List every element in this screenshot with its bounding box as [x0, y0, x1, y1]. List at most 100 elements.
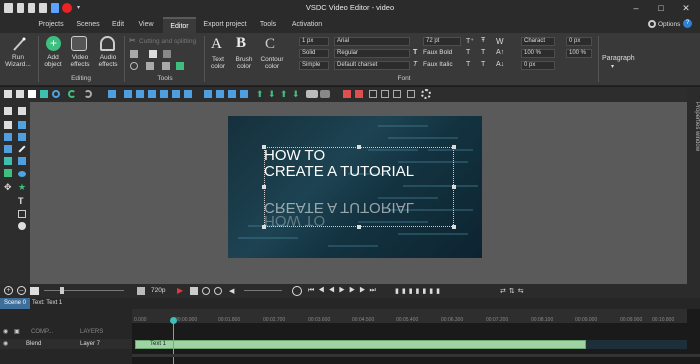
- italic-icon[interactable]: T: [413, 61, 417, 68]
- tool-icon[interactable]: [190, 287, 198, 295]
- line-width-select[interactable]: 1 px: [299, 37, 329, 46]
- text-case-icon[interactable]: T: [466, 61, 470, 68]
- arrow-down-icon[interactable]: ⬇: [292, 89, 300, 100]
- resize-handle[interactable]: [357, 145, 361, 149]
- maximize-button[interactable]: □: [650, 1, 672, 16]
- cursor-icon[interactable]: [18, 107, 26, 115]
- snap-icon[interactable]: [343, 90, 351, 98]
- align-left-icon[interactable]: [124, 90, 132, 98]
- bold-icon[interactable]: T: [413, 49, 417, 56]
- text-align-icon[interactable]: T: [466, 49, 470, 56]
- chart-tool-icon[interactable]: [4, 157, 12, 165]
- text-format-icon[interactable]: T⁺: [466, 37, 474, 45]
- copy-icon[interactable]: [16, 90, 24, 98]
- zoom-slider-thumb[interactable]: [60, 287, 64, 294]
- fit-icon[interactable]: [30, 287, 39, 295]
- blend-mode-select[interactable]: Blend: [26, 341, 41, 347]
- video-preview[interactable]: HOW TO CREATE A TUTORIAL CREATE A TUTORI…: [228, 116, 482, 258]
- subtitle-tool-icon[interactable]: [18, 210, 26, 218]
- resize-handle[interactable]: [262, 225, 266, 229]
- minimize-button[interactable]: –: [625, 1, 647, 16]
- distribute-icon[interactable]: [228, 90, 236, 98]
- align-icon[interactable]: [108, 90, 116, 98]
- strikethrough-icon[interactable]: Ŧ: [481, 37, 485, 44]
- properties-window-tab[interactable]: Properties window: [687, 97, 700, 157]
- grid-icon[interactable]: [407, 90, 415, 98]
- char-spacing-input[interactable]: 0 px: [566, 37, 592, 46]
- resize-handle[interactable]: [262, 185, 266, 189]
- video-tool-icon[interactable]: [18, 133, 26, 141]
- visibility-icon[interactable]: ◉: [3, 328, 8, 335]
- resize-handle[interactable]: [452, 145, 456, 149]
- properties-sidebar[interactable]: Properties window: [687, 87, 700, 284]
- redo-icon[interactable]: [84, 90, 92, 98]
- tool-icon[interactable]: [146, 62, 154, 70]
- tab-scene[interactable]: Scene 0: [0, 298, 30, 309]
- text-size-down-icon[interactable]: A↓: [496, 61, 504, 68]
- volume-icon[interactable]: ◀: [229, 287, 234, 295]
- ellipse-tool-icon[interactable]: [18, 171, 26, 177]
- font-name-select[interactable]: Arial: [334, 37, 410, 46]
- move-tool-icon[interactable]: ✥: [4, 182, 12, 193]
- zoom-out-icon[interactable]: –: [17, 286, 26, 295]
- menu-projects[interactable]: Projects: [32, 17, 70, 33]
- lock-icon[interactable]: ▣: [14, 328, 20, 335]
- resolution-select[interactable]: 720p: [151, 287, 165, 294]
- select-icon[interactable]: [40, 90, 48, 98]
- text-color-button[interactable]: Text color: [205, 56, 231, 70]
- horizontal-scale-input[interactable]: 100 %: [566, 49, 592, 58]
- timeline[interactable]: ◉ ▣ COMP... LAYERS ◉ Blend Layer 7 0.000…: [0, 309, 700, 364]
- refresh-icon[interactable]: [214, 287, 222, 295]
- image-tool-icon[interactable]: [4, 133, 12, 141]
- paragraph-button[interactable]: Paragraph: [602, 55, 635, 62]
- visibility-icon[interactable]: ◉: [3, 340, 8, 347]
- align-bottom-icon[interactable]: [184, 90, 192, 98]
- text-size-up-icon[interactable]: A↑: [496, 49, 504, 56]
- tab-text-object[interactable]: Text: Text 1: [32, 298, 62, 309]
- animation-tool-icon[interactable]: [4, 169, 12, 177]
- ellipse-icon[interactable]: [52, 90, 60, 98]
- align-top-icon[interactable]: [160, 90, 168, 98]
- options-label[interactable]: Options: [658, 21, 680, 28]
- color-tool-icon[interactable]: [176, 62, 184, 70]
- align-middle-icon[interactable]: [172, 90, 180, 98]
- gear-icon[interactable]: [648, 20, 656, 28]
- marker-controls[interactable]: ▮▮▮▮▮▮▮: [395, 287, 485, 295]
- menu-activation[interactable]: Activation: [286, 17, 328, 33]
- underline-icon[interactable]: T: [481, 49, 485, 56]
- resize-handle[interactable]: [452, 185, 456, 189]
- settings-icon[interactable]: [421, 89, 431, 99]
- transport-controls[interactable]: ⏮◀◀▶▶▶⏭: [308, 287, 380, 295]
- character-spacing-select[interactable]: Charact: [521, 37, 555, 46]
- pointer-icon[interactable]: [4, 107, 12, 115]
- audio-effects-button[interactable]: Audio effects: [95, 54, 121, 68]
- clock-icon[interactable]: [292, 286, 302, 296]
- resize-handle[interactable]: [452, 225, 456, 229]
- resize-handle[interactable]: [357, 225, 361, 229]
- empty-track[interactable]: [586, 340, 687, 349]
- font-style-select[interactable]: Regular: [334, 49, 410, 58]
- faux-italic-toggle[interactable]: Faux Italic: [423, 61, 453, 68]
- font-size-select[interactable]: 72 pt: [423, 37, 461, 46]
- distribute-icon[interactable]: [216, 90, 224, 98]
- brush-color-button[interactable]: Brush color: [231, 56, 257, 70]
- align-right-icon[interactable]: [148, 90, 156, 98]
- contour-color-button[interactable]: Contour color: [258, 56, 286, 70]
- wrap-icon[interactable]: W: [496, 37, 504, 46]
- tool-icon[interactable]: [162, 62, 170, 70]
- paste-icon[interactable]: [28, 90, 36, 98]
- menu-scenes[interactable]: Scenes: [72, 17, 104, 33]
- grid-icon[interactable]: [393, 90, 401, 98]
- charset-select[interactable]: Default charset: [334, 61, 410, 70]
- star-tool-icon[interactable]: ★: [18, 182, 26, 193]
- baseline-input[interactable]: 0 px: [521, 61, 555, 70]
- timeline-scrollbar[interactable]: [132, 354, 700, 357]
- playhead-line[interactable]: [173, 323, 174, 364]
- cutting-splitting-button[interactable]: Cutting and splitting: [139, 38, 196, 45]
- split-icon[interactable]: [149, 50, 157, 58]
- undo-icon[interactable]: [68, 90, 76, 98]
- text-clip[interactable]: [135, 340, 586, 349]
- resize-handle[interactable]: [262, 145, 266, 149]
- zoom-in-icon[interactable]: +: [4, 286, 13, 295]
- group-icon[interactable]: [306, 90, 318, 98]
